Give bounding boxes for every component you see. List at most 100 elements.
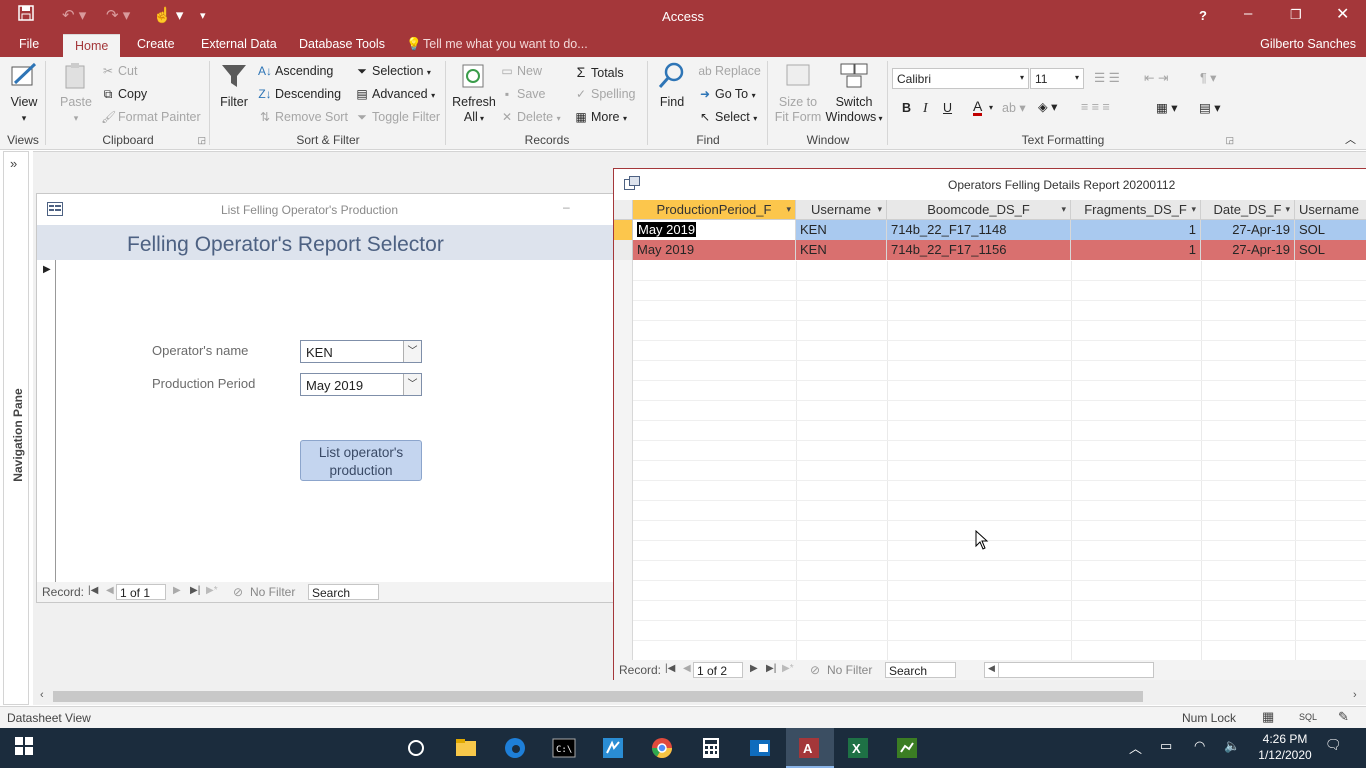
copy-button[interactable]: ⧉ Copy xyxy=(101,87,147,102)
size-to-fit-form-button[interactable]: Size to Fit Form xyxy=(772,61,824,125)
workspace-horizontal-scrollbar[interactable]: ‹ › xyxy=(33,688,1366,705)
navigation-pane[interactable]: » Navigation Pane xyxy=(3,151,29,705)
datasheet-view-icon[interactable]: ▦ xyxy=(1262,709,1274,725)
align-icons[interactable]: ≡ ≡ ≡ xyxy=(1081,100,1110,114)
save-record-button[interactable]: ▪ Save xyxy=(500,87,546,101)
last-record-icon[interactable]: ▶| xyxy=(190,585,200,596)
tab-home[interactable]: Home xyxy=(63,34,121,58)
table-cell[interactable]: 714b_22_F17_1148 xyxy=(887,220,1071,240)
table-row[interactable]: May 2019 KEN 714b_22_F17_1156 1 27-Apr-1… xyxy=(614,240,1366,260)
tell-me-box[interactable]: Tell me what you want to do... xyxy=(423,37,588,51)
next-record-icon[interactable]: ▶ xyxy=(750,663,758,674)
volume-icon[interactable]: 🔈 xyxy=(1224,738,1240,754)
select-button[interactable]: ↖ Select ▾ xyxy=(698,110,757,124)
bullets-icon[interactable]: ☰ ☰ xyxy=(1094,70,1120,85)
expand-nav-icon[interactable]: » xyxy=(10,156,17,171)
italic-button[interactable]: I xyxy=(923,101,928,117)
no-filter-label[interactable]: No Filter xyxy=(827,663,872,677)
cut-button[interactable]: ✂ Cut xyxy=(101,64,137,78)
column-dropdown-icon[interactable]: ▾ xyxy=(786,200,791,219)
edge-browser-icon[interactable] xyxy=(503,736,529,760)
form-minimize-icon[interactable]: – xyxy=(563,200,570,214)
scroll-thumb[interactable] xyxy=(53,691,1143,702)
column-header-productionperiod[interactable]: ProductionPeriod_F ▾ xyxy=(633,200,796,220)
operator-name-combo[interactable]: KEN ﹀ xyxy=(300,340,422,363)
column-header-date[interactable]: Date_DS_F ▾ xyxy=(1201,200,1295,220)
filter-button[interactable]: Filter xyxy=(216,61,252,110)
delete-record-button[interactable]: ✕ Delete ▾ xyxy=(500,110,561,124)
tab-file[interactable]: File xyxy=(19,37,39,51)
goto-button[interactable]: ➜ Go To ▾ xyxy=(698,87,756,101)
taskbar-clock-date[interactable]: 1/12/2020 xyxy=(1255,748,1315,762)
table-cell[interactable]: SOL xyxy=(1295,220,1366,240)
row-selector[interactable] xyxy=(614,220,633,240)
datasheet-horizontal-scrollbar[interactable]: ◀ xyxy=(984,662,1154,678)
form-search-box[interactable]: Search xyxy=(308,584,379,600)
last-record-icon[interactable]: ▶| xyxy=(766,663,776,674)
column-dropdown-icon[interactable]: ▾ xyxy=(1191,200,1196,219)
chevron-down-icon[interactable]: ﹀ xyxy=(403,341,421,362)
taskbar-clock-time[interactable]: 4:26 PM xyxy=(1260,732,1310,746)
new-record-button[interactable]: ▭ New xyxy=(500,64,542,78)
bold-button[interactable]: B xyxy=(902,101,911,115)
project-app-icon[interactable] xyxy=(895,736,921,760)
selection-button[interactable]: ⏷ Selection ▾ xyxy=(355,64,431,79)
advanced-button[interactable]: ▤ Advanced ▾ xyxy=(355,87,435,101)
minimize-icon[interactable]: – xyxy=(1244,5,1252,22)
chevron-down-icon[interactable]: ﹀ xyxy=(403,374,421,395)
switch-windows-button[interactable]: Switch Windows ▾ xyxy=(824,61,884,126)
form-title-bar[interactable]: List Felling Operator's Production – xyxy=(37,194,613,225)
outlook-icon[interactable] xyxy=(748,736,774,760)
gridlines-icon[interactable]: ▦ ▾ xyxy=(1156,100,1178,115)
no-filter-icon[interactable]: ⊘ xyxy=(810,663,820,677)
row-selector[interactable] xyxy=(614,240,633,260)
tab-database-tools[interactable]: Database Tools xyxy=(299,37,385,51)
command-prompt-icon[interactable]: C:\ xyxy=(552,736,578,760)
font-color-icon[interactable]: A xyxy=(973,99,983,116)
next-record-icon[interactable]: ▶ xyxy=(173,585,181,596)
user-name[interactable]: Gilberto Sanches xyxy=(1260,37,1356,51)
restore-icon[interactable]: ❐ xyxy=(1290,7,1302,23)
previous-record-icon[interactable]: ◀ xyxy=(683,663,691,674)
battery-icon[interactable]: ▭ xyxy=(1160,738,1172,754)
datasheet-title-bar[interactable]: Operators Felling Details Report 2020011… xyxy=(614,169,1366,200)
table-cell[interactable]: 27-Apr-19 xyxy=(1201,240,1295,260)
excel-icon[interactable]: X xyxy=(846,736,872,760)
wifi-icon[interactable]: ◠ xyxy=(1194,738,1205,754)
collapse-ribbon-icon[interactable]: ︿ xyxy=(1345,131,1356,147)
view-button[interactable]: View ▾ xyxy=(4,61,44,126)
tray-overflow-icon[interactable]: ︿ xyxy=(1129,738,1142,757)
fill-color-icon[interactable]: ◈ ▾ xyxy=(1038,99,1057,114)
design-view-icon[interactable]: ✎ xyxy=(1338,709,1349,725)
close-icon[interactable]: ✕ xyxy=(1336,4,1349,24)
scroll-left-icon[interactable]: ◀ xyxy=(988,663,995,674)
list-production-button[interactable]: List operator's production xyxy=(300,440,422,481)
table-cell[interactable]: SOL xyxy=(1295,240,1366,260)
production-period-combo[interactable]: May 2019 ﹀ xyxy=(300,373,422,396)
no-filter-icon[interactable]: ⊘ xyxy=(233,585,243,599)
column-dropdown-icon[interactable]: ▾ xyxy=(877,200,882,219)
table-cell[interactable]: May 2019 xyxy=(633,220,796,240)
scroll-left-icon[interactable]: ‹ xyxy=(40,689,44,701)
spelling-button[interactable]: ✓ Spelling xyxy=(574,87,636,101)
column-header-fragments[interactable]: Fragments_DS_F ▾ xyxy=(1071,200,1201,220)
table-cell[interactable]: 1 xyxy=(1071,220,1201,240)
datasheet-search-box[interactable]: Search xyxy=(885,662,956,678)
refresh-all-button[interactable]: Refresh All ▾ xyxy=(452,61,496,126)
tab-create[interactable]: Create xyxy=(137,37,175,51)
datasheet-grid[interactable]: ProductionPeriod_F ▾ Username ▾ Boomcode_D… xyxy=(614,200,1366,661)
scroll-right-icon[interactable]: › xyxy=(1353,689,1357,701)
table-cell[interactable]: 27-Apr-19 xyxy=(1201,220,1295,240)
font-color-dropdown-icon[interactable]: ▾ xyxy=(989,103,993,112)
font-name-box[interactable]: Calibri ▾ xyxy=(892,68,1029,89)
table-cell[interactable]: KEN xyxy=(796,240,887,260)
replace-button[interactable]: ab Replace xyxy=(698,64,761,78)
file-explorer-icon[interactable] xyxy=(454,736,480,760)
alternate-row-color-icon[interactable]: ▤ ▾ xyxy=(1199,100,1221,115)
record-selector[interactable]: ▶ xyxy=(37,260,56,582)
format-painter-button[interactable]: 🖌 Format Painter xyxy=(101,110,201,124)
record-position-box[interactable]: 1 of 2 xyxy=(693,662,743,678)
tab-external-data[interactable]: External Data xyxy=(201,37,277,51)
find-button[interactable]: Find xyxy=(654,61,690,110)
text-formatting-launcher-icon[interactable]: ◲ xyxy=(1225,135,1234,146)
